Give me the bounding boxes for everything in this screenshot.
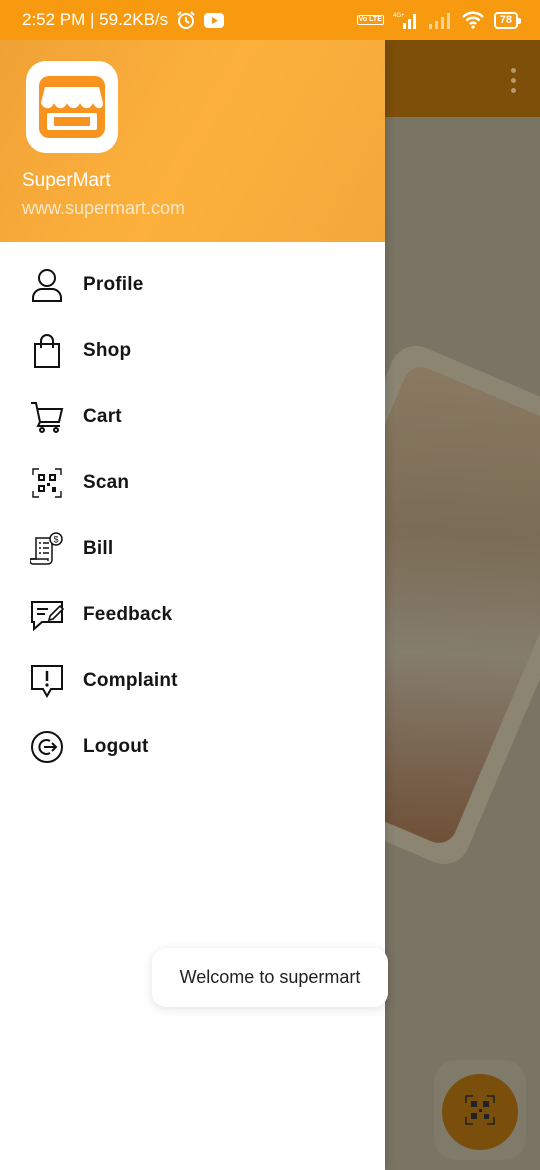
scan-fab-button[interactable]: [442, 1074, 518, 1150]
menu-label-feedback: Feedback: [83, 604, 173, 625]
svg-text:4G+: 4G+: [393, 13, 405, 19]
menu-item-complaint[interactable]: Complaint: [0, 648, 385, 714]
menu-label-profile: Profile: [83, 274, 144, 295]
drawer-header: SuperMart www.supermart.com: [0, 40, 385, 242]
status-bar: 2:52 PM | 59.2KB/s Vo LTE 4G+ 78: [0, 0, 540, 40]
menu-item-profile[interactable]: Profile: [0, 252, 385, 318]
person-icon: [30, 268, 64, 302]
battery-indicator: 78: [493, 11, 522, 29]
menu-item-cart[interactable]: Cart: [0, 384, 385, 450]
menu-label-logout: Logout: [83, 736, 149, 757]
menu-item-scan[interactable]: Scan: [0, 450, 385, 516]
svg-text:$: $: [54, 535, 59, 545]
toast-message: Welcome to supermart: [152, 948, 388, 1007]
menu-item-shop[interactable]: Shop: [0, 318, 385, 384]
status-time-speed: 2:52 PM | 59.2KB/s: [22, 10, 169, 29]
signal-icon: [428, 11, 452, 29]
cart-icon: [30, 400, 64, 434]
qr-scan-icon: [30, 466, 64, 500]
menu-label-cart: Cart: [83, 406, 122, 427]
menu-item-bill[interactable]: $ Bill: [0, 516, 385, 582]
volte-badge: Vo LTE: [356, 15, 384, 25]
scan-fab-container: [434, 1060, 526, 1160]
qr-code-icon: [465, 1094, 495, 1130]
complaint-icon: [30, 664, 64, 698]
signal-4g-icon: 4G+: [393, 11, 419, 29]
shopping-bag-icon: [30, 334, 64, 368]
bill-receipt-icon: $: [30, 532, 64, 566]
app-url: www.supermart.com: [22, 198, 186, 218]
menu-item-feedback[interactable]: Feedback: [0, 582, 385, 648]
drawer-menu: Profile Shop Cart Scan $ Bill Feedback C…: [0, 252, 385, 780]
menu-label-bill: Bill: [83, 538, 114, 559]
feedback-icon: [30, 598, 64, 632]
youtube-icon: [204, 12, 225, 28]
alarm-icon: [176, 10, 196, 30]
wifi-icon: [461, 11, 485, 29]
logout-icon: [30, 730, 64, 764]
menu-label-scan: Scan: [83, 472, 130, 493]
menu-label-shop: Shop: [83, 340, 132, 361]
menu-label-complaint: Complaint: [83, 670, 178, 691]
menu-item-logout[interactable]: Logout: [0, 714, 385, 780]
app-name: SuperMart: [22, 170, 111, 191]
supermart-logo-icon: [26, 61, 118, 153]
overflow-menu-icon[interactable]: [511, 68, 516, 93]
